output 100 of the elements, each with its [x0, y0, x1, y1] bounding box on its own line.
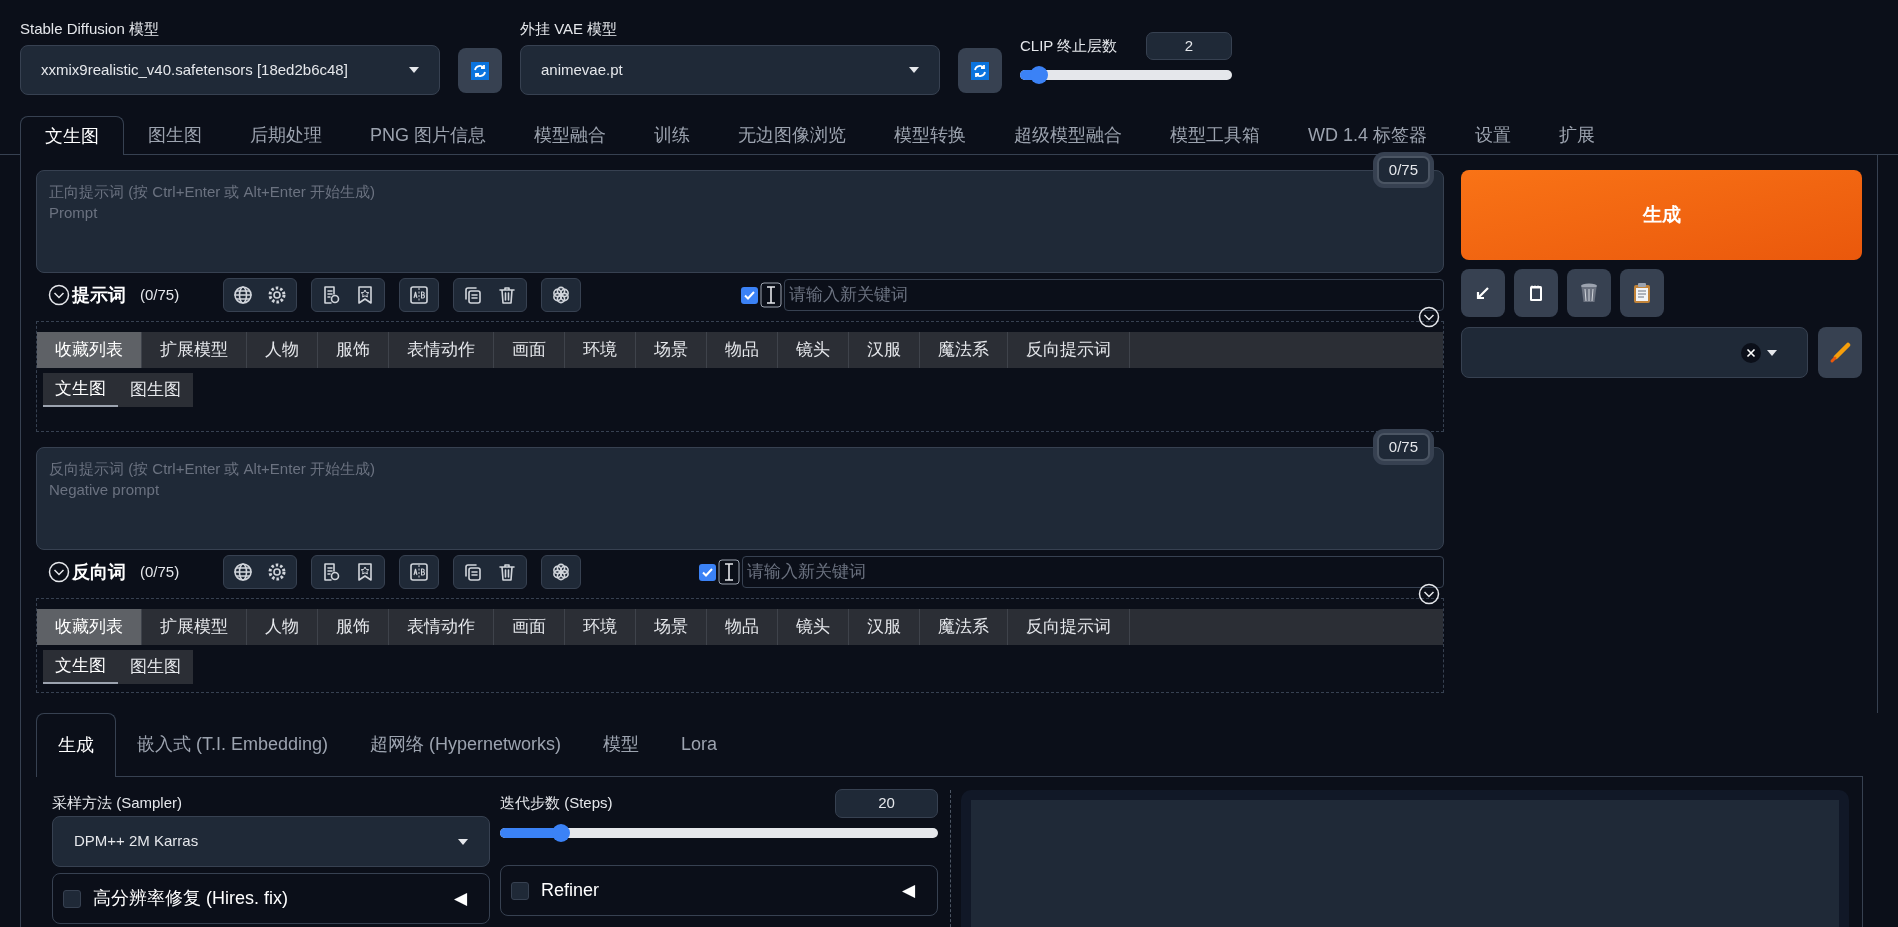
subtab[interactable]: 文生图: [43, 373, 118, 407]
category-tab[interactable]: 汉服: [849, 609, 920, 645]
split-icon: [409, 285, 430, 305]
category-tab[interactable]: 服饰: [318, 609, 389, 645]
category-tab[interactable]: 镜头: [778, 332, 849, 368]
category-tab[interactable]: 服饰: [318, 332, 389, 368]
category-tab[interactable]: 画面: [494, 609, 565, 645]
tab[interactable]: 生成: [36, 713, 116, 777]
accordion-header[interactable]: 高分辨率修复 (Hires. fix) ◀: [52, 873, 490, 924]
arrow-icon: [1475, 285, 1491, 301]
model-dropdown[interactable]: xxmix9realistic_v40.safetensors [18ed2b6c48]: [20, 45, 440, 95]
tab[interactable]: 模型工具箱: [1146, 116, 1284, 154]
category-tab[interactable]: 环境: [565, 609, 636, 645]
category-tab[interactable]: 场景: [636, 332, 707, 368]
copy-icon: [463, 285, 484, 305]
category-tab[interactable]: 物品: [707, 332, 778, 368]
checkbox[interactable]: [63, 889, 81, 908]
category-tab[interactable]: 人物: [247, 332, 318, 368]
collapse-icon[interactable]: [48, 561, 70, 583]
slider-thumb[interactable]: [552, 824, 571, 842]
settings-icon: [267, 562, 288, 582]
collapse-arrow[interactable]: ◀: [902, 877, 915, 904]
field-label: 迭代步数 (Steps): [500, 792, 613, 813]
tab[interactable]: 模型: [582, 713, 661, 776]
category-tab[interactable]: 魔法系: [920, 609, 1008, 645]
dropdown-value: xxmix9realistic_v40.safetensors [18ed2b6c48]: [41, 59, 348, 80]
accordion-label: Refiner: [541, 879, 600, 902]
checkmark-icon: [744, 290, 755, 300]
expand-icon[interactable]: [1418, 583, 1440, 605]
category-tab[interactable]: 环境: [565, 332, 636, 368]
category-tab[interactable]: 收藏列表: [37, 609, 142, 645]
category-tab[interactable]: 反向提示词: [1008, 332, 1130, 368]
category-tab[interactable]: 反向提示词: [1008, 609, 1130, 645]
category-tab[interactable]: 画面: [494, 332, 565, 368]
tab[interactable]: 扩展: [1535, 116, 1620, 154]
text-cursor-icon: [760, 282, 782, 308]
tab[interactable]: 嵌入式 (T.I. Embedding): [116, 713, 350, 776]
collapse-icon[interactable]: [48, 284, 70, 306]
tab[interactable]: PNG 图片信息: [346, 116, 510, 154]
refresh-button[interactable]: [458, 48, 502, 93]
section-title: 提示词: [72, 283, 126, 307]
tab[interactable]: Lora: [660, 713, 739, 776]
subtab[interactable]: 图生图: [118, 373, 193, 407]
field-label: 外挂 VAE 模型: [520, 19, 619, 39]
category-tab[interactable]: 场景: [636, 609, 707, 645]
checkbox[interactable]: [511, 881, 529, 900]
number-field[interactable]: 20: [835, 788, 938, 818]
arrow-button[interactable]: [1461, 269, 1505, 317]
subtab[interactable]: 文生图: [43, 650, 118, 684]
tab[interactable]: 设置: [1451, 116, 1536, 154]
category-tab[interactable]: 镜头: [778, 609, 849, 645]
notepad-button[interactable]: [1514, 269, 1558, 317]
clipboard-button[interactable]: [1620, 269, 1664, 317]
collapse-arrow[interactable]: ◀: [454, 885, 467, 912]
tab[interactable]: 无边图像浏览: [714, 116, 870, 154]
wastebasket-icon: [1579, 282, 1599, 304]
category-tab[interactable]: 魔法系: [920, 332, 1008, 368]
knot-icon: [551, 562, 572, 582]
caret-icon: [1767, 349, 1777, 356]
clear-icon[interactable]: [1741, 342, 1761, 363]
expand-icon[interactable]: [1418, 306, 1440, 328]
category-tab[interactable]: 表情动作: [389, 332, 494, 368]
history-icon: [321, 562, 342, 582]
keyword-field[interactable]: 请输入新关键词: [784, 279, 1444, 311]
caret-icon: [409, 67, 419, 73]
tab[interactable]: 训练: [630, 116, 714, 154]
tab[interactable]: 模型转换: [870, 116, 990, 154]
category-tab[interactable]: 表情动作: [389, 609, 494, 645]
tab[interactable]: 超级模型融合: [990, 116, 1146, 154]
tab[interactable]: WD 1.4 标签器: [1284, 116, 1452, 154]
edit-button[interactable]: [1818, 327, 1862, 378]
accordion-header[interactable]: Refiner ◀: [500, 865, 938, 916]
tab[interactable]: 图生图: [124, 116, 226, 154]
number-field[interactable]: 2: [1146, 32, 1232, 60]
wastebasket-button[interactable]: [1567, 269, 1611, 317]
category-tab[interactable]: 物品: [707, 609, 778, 645]
checkbox[interactable]: [699, 563, 716, 581]
subtab[interactable]: 图生图: [118, 650, 193, 684]
translate-icon: [233, 285, 254, 305]
keyword-field[interactable]: 请输入新关键词: [742, 556, 1444, 588]
delete-icon: [497, 285, 518, 305]
tab[interactable]: 文生图: [20, 116, 124, 155]
category-tab[interactable]: 人物: [247, 609, 318, 645]
category-tab[interactable]: 汉服: [849, 332, 920, 368]
tab[interactable]: 模型融合: [510, 116, 630, 154]
tab[interactable]: 超网络 (Hypernetworks): [349, 713, 583, 776]
category-tab[interactable]: 扩展模型: [142, 332, 247, 368]
category-tab[interactable]: 收藏列表: [37, 332, 142, 368]
accordion-label: 高分辨率修复 (Hires. fix): [93, 887, 288, 910]
sampler-dropdown[interactable]: DPM++ 2M Karras: [52, 816, 490, 867]
checkbox[interactable]: [741, 286, 758, 304]
slider-thumb[interactable]: [1030, 66, 1049, 84]
model-dropdown[interactable]: animevae.pt: [520, 45, 940, 95]
tab[interactable]: 后期处理: [226, 116, 346, 154]
refresh-button[interactable]: [958, 48, 1002, 93]
clipboard-icon: [1633, 282, 1651, 304]
category-tab[interactable]: 扩展模型: [142, 609, 247, 645]
refresh-icon: [970, 60, 990, 81]
knot-icon: [551, 285, 572, 305]
checkmark-icon: [702, 567, 713, 577]
